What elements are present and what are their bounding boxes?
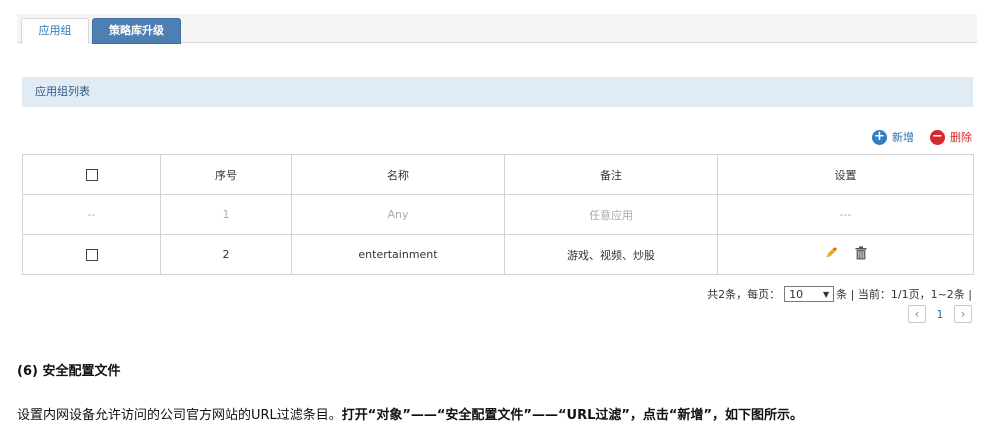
- prev-page-button[interactable]: ‹: [908, 305, 926, 323]
- row-remark: 游戏、视频、炒股: [504, 234, 718, 275]
- delete-button[interactable]: − 删除: [930, 129, 972, 145]
- row-checkbox[interactable]: [85, 249, 98, 261]
- minus-icon: −: [930, 129, 945, 145]
- column-header-index: 序号: [160, 154, 292, 195]
- tab-policy-library-upgrade[interactable]: 策略库升级: [92, 18, 181, 44]
- trash-icon[interactable]: [855, 246, 867, 263]
- table-actions: + 新增 − 删除: [856, 128, 972, 146]
- add-button[interactable]: + 新增: [872, 129, 914, 145]
- pagination-summary: 共2条，每页： 10 ▼ 条 | 当前：1/1页，1~2条 |: [707, 286, 972, 302]
- select-all-checkbox[interactable]: [85, 169, 98, 181]
- table-row: -- 1 Any 任意应用 ---: [22, 194, 974, 235]
- plus-icon: +: [872, 129, 887, 145]
- row-index: 1: [160, 194, 292, 235]
- next-page-button[interactable]: ›: [954, 305, 972, 323]
- table-header-row: 序号 名称 备注 设置: [22, 154, 974, 195]
- row-remark: 任意应用: [504, 194, 718, 235]
- row-name: Any: [291, 194, 505, 235]
- delete-label: 删除: [950, 131, 972, 144]
- dropdown-arrow-icon: ▼: [823, 289, 830, 299]
- section-title: 应用组列表: [22, 77, 973, 107]
- tab-app-group[interactable]: 应用组: [21, 18, 89, 44]
- doc-paragraph: 设置内网设备允许访问的公司官方网站的URL过滤条目。打开“对象”——“安全配置文…: [17, 404, 803, 423]
- row-index: 2: [160, 234, 292, 275]
- current-page-number[interactable]: 1: [926, 308, 954, 321]
- column-header-settings: 设置: [717, 154, 974, 195]
- tab-bar: 应用组 策略库升级: [17, 14, 977, 44]
- column-header-remark: 备注: [504, 154, 718, 195]
- doc-paragraph-bold: 打开“对象”——“安全配置文件”——“URL过滤”，点击“新增”，如下图所示。: [341, 408, 803, 423]
- doc-heading: (6) 安全配置文件: [17, 364, 121, 379]
- pagination-prefix: 共2条，每页：: [707, 288, 781, 301]
- row-settings: [717, 234, 974, 275]
- select-all-cell: [22, 154, 161, 195]
- pager: ‹ 1 ›: [908, 305, 972, 323]
- row-name: entertainment: [291, 234, 505, 275]
- doc-paragraph-plain: 设置内网设备允许访问的公司官方网站的URL过滤条目。: [17, 408, 342, 423]
- table-row: 2 entertainment 游戏、视频、炒股: [22, 234, 974, 275]
- row-check-cell: --: [22, 194, 161, 235]
- pencil-icon[interactable]: [824, 246, 838, 263]
- pagination-suffix: 条 | 当前：1/1页，1~2条 |: [836, 288, 972, 301]
- row-settings: ---: [717, 194, 974, 235]
- column-header-name: 名称: [291, 154, 505, 195]
- row-check-cell: [22, 234, 161, 275]
- add-label: 新增: [892, 131, 914, 144]
- app-group-table: 序号 名称 备注 设置 -- 1 Any 任意应用 --- 2 entertai…: [22, 154, 974, 275]
- per-page-value: 10: [789, 287, 804, 301]
- per-page-select[interactable]: 10 ▼: [784, 286, 835, 302]
